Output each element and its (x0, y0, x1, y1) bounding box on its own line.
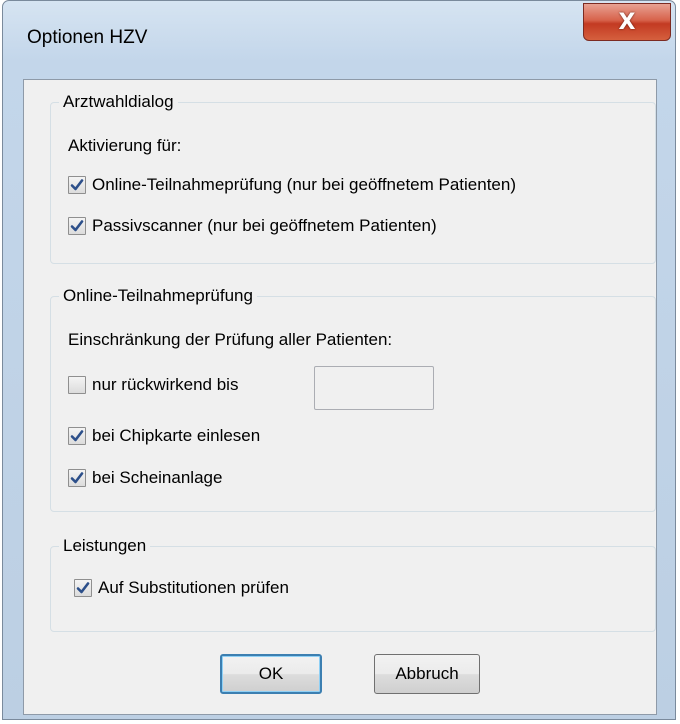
checkbox-online-check[interactable]: Online-Teilnahmeprüfung (nur bei geöffne… (68, 175, 516, 195)
check-mark-icon (76, 582, 90, 594)
close-button[interactable]: X (583, 3, 671, 41)
cancel-button[interactable]: Abbruch (374, 654, 480, 694)
checkbox-label: Passivscanner (nur bei geöffnetem Patien… (92, 216, 437, 235)
title-bar[interactable]: Optionen HZV X (3, 1, 675, 81)
check-mark-icon (70, 220, 84, 232)
check-mark-icon (70, 472, 84, 484)
checkbox[interactable] (68, 469, 86, 487)
checkbox-passivscanner[interactable]: Passivscanner (nur bei geöffnetem Patien… (68, 216, 437, 236)
checkbox-nur-rueckwirkend[interactable]: nur rückwirkend bis (68, 375, 238, 395)
checkbox-label: bei Scheinanlage (92, 468, 223, 487)
checkbox[interactable] (68, 427, 86, 445)
dialog-body: Arztwahldialog Aktivierung für: Online-T… (23, 79, 657, 715)
dialog-window: Optionen HZV X Arztwahldialog Aktivierun… (2, 0, 676, 720)
ok-button[interactable]: OK (220, 654, 322, 694)
checkbox-label: bei Chipkarte einlesen (92, 426, 261, 445)
activation-label: Aktivierung für: (68, 136, 182, 155)
checkbox-chipkarte[interactable]: bei Chipkarte einlesen (68, 426, 260, 446)
group-legend: Leistungen (63, 536, 147, 555)
close-icon: X (618, 9, 636, 35)
group-legend: Online-Teilnahmeprüfung (63, 286, 253, 305)
checkbox[interactable] (68, 376, 86, 394)
checkbox-scheinanlage[interactable]: bei Scheinanlage (68, 468, 222, 488)
checkbox-label: nur rückwirkend bis (92, 375, 239, 394)
checkbox[interactable] (68, 176, 86, 194)
checkbox[interactable] (74, 579, 92, 597)
checkbox[interactable] (68, 217, 86, 235)
restriction-label: Einschränkung der Prüfung aller Patiente… (68, 330, 393, 349)
check-mark-icon (70, 179, 84, 191)
group-legend: Arztwahldialog (63, 92, 174, 111)
checkbox-label: Online-Teilnahmeprüfung (nur bei geöffne… (92, 175, 517, 194)
date-input[interactable] (314, 366, 434, 410)
check-mark-icon (70, 430, 84, 442)
checkbox-label: Auf Substitutionen prüfen (98, 578, 289, 597)
checkbox-substitutionen[interactable]: Auf Substitutionen prüfen (74, 578, 289, 598)
window-title: Optionen HZV (27, 27, 148, 48)
